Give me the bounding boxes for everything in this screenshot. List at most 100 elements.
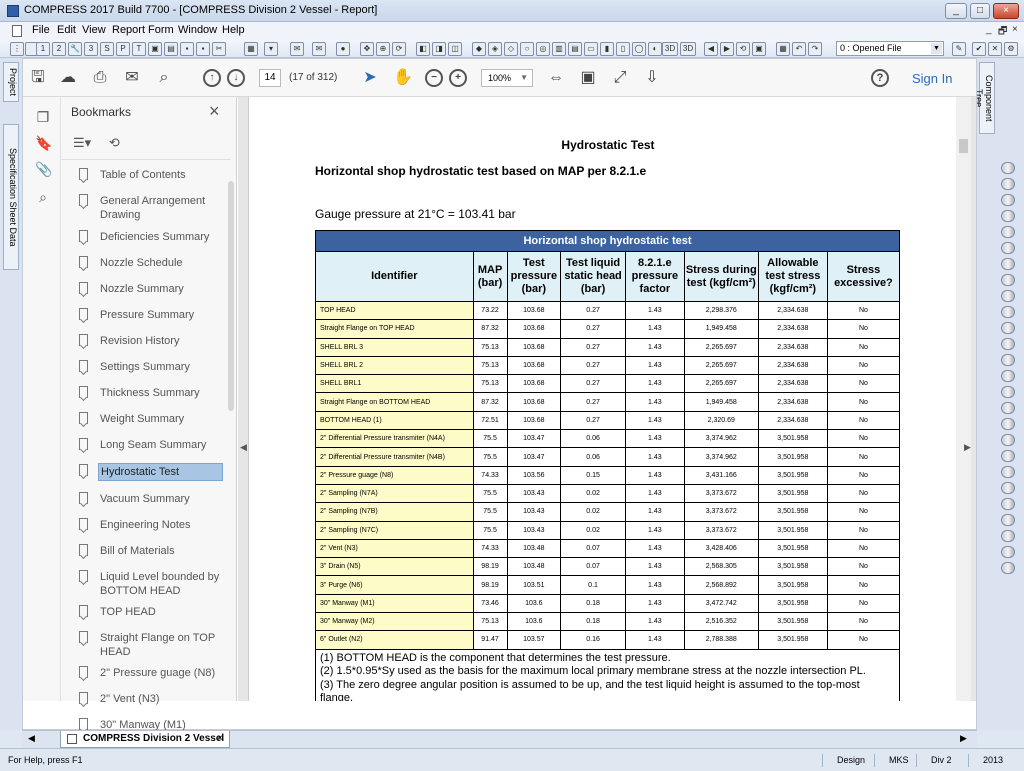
tab-project[interactable]: Project — [3, 62, 19, 102]
undo-icon[interactable]: ↶ — [792, 42, 806, 56]
nozzle-icon[interactable]: ○ — [520, 42, 534, 56]
jacket-component-icon[interactable] — [1001, 338, 1015, 350]
hand-tool-icon[interactable]: ✋ — [393, 69, 413, 87]
delete-icon[interactable]: ✕ — [988, 42, 1002, 56]
pipe-component-icon[interactable] — [1001, 562, 1015, 574]
scroll-right-icon[interactable]: ▶ — [960, 733, 967, 744]
full-screen-icon[interactable]: ⤢ — [611, 69, 629, 87]
close-icon[interactable]: × — [209, 101, 220, 122]
bookmark-item[interactable]: 2" Vent (N3) — [77, 691, 223, 707]
print-view-button[interactable]: P — [116, 42, 130, 56]
collapse-left-icon[interactable]: ◀ — [240, 442, 247, 453]
layout-1-button[interactable]: 1 — [36, 42, 50, 56]
platform-component-icon[interactable] — [1001, 466, 1015, 478]
save-icon[interactable]: ▪ — [180, 42, 194, 56]
pdf-icon[interactable]: ▾ — [264, 42, 278, 56]
menu-edit[interactable]: Edit — [57, 24, 76, 36]
jacket-component-icon[interactable] — [1001, 322, 1015, 334]
check-icon[interactable]: ✔ — [972, 42, 986, 56]
flange-icon[interactable]: ◎ — [536, 42, 550, 56]
tab-specification-sheet-data[interactable]: Specification Sheet Data — [3, 124, 19, 270]
bookmark-item[interactable]: Nozzle Summary — [77, 281, 223, 297]
tab-document[interactable]: COMPRESS Division 2 Vessel × — [60, 731, 230, 748]
scrollbar-thumb[interactable] — [228, 181, 234, 411]
leg-icon[interactable]: ▮ — [600, 42, 614, 56]
menu-view[interactable]: View — [82, 24, 106, 36]
lug-component-icon[interactable] — [1001, 434, 1015, 446]
mdi-close-button[interactable]: × — [1012, 24, 1018, 35]
bookmark-item[interactable]: General Arrangement Drawing — [77, 193, 223, 223]
bookmark-item[interactable]: Table of Contents — [77, 167, 223, 183]
layout-3-button[interactable]: 3 — [84, 42, 98, 56]
help-icon[interactable]: ? — [871, 69, 889, 87]
color-icon[interactable]: ◆ — [472, 42, 486, 56]
nozzle-component-icon[interactable] — [1001, 290, 1015, 302]
saddle-component-icon[interactable] — [1001, 370, 1015, 382]
expand-bookmark-icon[interactable]: ⟲ — [109, 135, 120, 150]
bookmark-item[interactable]: Pressure Summary — [77, 307, 223, 323]
minimize-button[interactable]: _ — [945, 3, 967, 19]
scroll-mode-icon[interactable]: ⇩ — [643, 69, 661, 87]
fit-page-icon[interactable]: ▣ — [579, 69, 597, 87]
move-icon[interactable]: ✥ — [360, 42, 374, 56]
pencil-icon[interactable]: ✎ — [952, 42, 966, 56]
bookmark-item[interactable]: Revision History — [77, 333, 223, 349]
scrollbar-thumb[interactable] — [959, 139, 968, 153]
platform-icon[interactable]: ▥ — [552, 42, 566, 56]
bookmark-item[interactable]: Deficiencies Summary — [77, 229, 223, 245]
view-icon[interactable]: ◫ — [448, 42, 462, 56]
close-button[interactable]: × — [993, 3, 1019, 19]
chevron-down-icon[interactable]: ▼ — [931, 43, 942, 54]
cone-component-icon[interactable] — [1001, 242, 1015, 254]
tab-component-tree[interactable]: Component Tree — [974, 62, 995, 134]
menu-help[interactable]: Help — [222, 24, 245, 36]
save-all-icon[interactable]: ▪ — [196, 42, 210, 56]
document-icon[interactable] — [12, 25, 22, 37]
ring-component-icon[interactable] — [1001, 530, 1015, 542]
page-number-input[interactable]: 14 — [259, 69, 281, 87]
nozzle-component-icon[interactable] — [1001, 306, 1015, 318]
menu-report[interactable]: Report — [112, 24, 145, 36]
menu-window[interactable]: Window — [178, 24, 217, 36]
mdi-restore-button[interactable]: 🗗 — [998, 24, 1007, 41]
head-component-icon[interactable] — [1001, 162, 1015, 174]
lug-icon[interactable]: ▯ — [616, 42, 630, 56]
layout-2-button[interactable]: 2 — [52, 42, 66, 56]
pan-icon[interactable]: ◧ — [416, 42, 430, 56]
zoom-select[interactable]: 100% ▼ — [481, 69, 533, 87]
mdi-minimize-button[interactable]: _ — [986, 24, 992, 35]
sync-icon[interactable]: ⟲ — [736, 42, 750, 56]
level-icon[interactable]: ◇ — [504, 42, 518, 56]
saddle-component-icon[interactable] — [1001, 354, 1015, 366]
attachment-icon[interactable]: 📎 — [35, 161, 52, 177]
view-3d-alt-button[interactable]: 3D — [680, 42, 696, 56]
options-menu-icon[interactable]: ☰▾ — [73, 135, 91, 150]
next-page-icon[interactable]: ↓ — [227, 69, 245, 87]
rotate-icon[interactable]: ⟳ — [392, 42, 406, 56]
leg-component-icon[interactable] — [1001, 386, 1015, 398]
saddle-icon[interactable]: ▭ — [584, 42, 598, 56]
fit-width-icon[interactable]: ⇔ — [547, 69, 565, 87]
select-cursor-icon[interactable]: ➤ — [361, 69, 379, 87]
ring-icon[interactable]: ◯ — [632, 42, 646, 56]
flange-component-icon[interactable] — [1001, 274, 1015, 286]
mail-icon[interactable]: ✉ — [290, 42, 304, 56]
email-icon[interactable]: ✉ — [123, 69, 141, 87]
refresh-icon[interactable]: ● — [336, 42, 350, 56]
upload-icon[interactable]: ☁ — [59, 69, 77, 87]
view-3d-button[interactable]: 3D — [662, 42, 678, 56]
bookmark-icon[interactable]: 🔖 — [35, 135, 52, 151]
bookmark-item[interactable]: Settings Summary — [77, 359, 223, 375]
menu-form[interactable]: Form — [148, 24, 174, 36]
menu-file[interactable]: File — [32, 24, 50, 36]
redo-icon[interactable]: ↷ — [808, 42, 822, 56]
close-icon[interactable]: × — [217, 731, 223, 746]
bookmark-item[interactable]: Weight Summary — [77, 411, 223, 427]
lug-component-icon[interactable] — [1001, 418, 1015, 430]
cut-icon[interactable]: ✂ — [212, 42, 226, 56]
print-icon[interactable]: ⎙ — [91, 69, 109, 87]
maximize-button[interactable]: □ — [970, 3, 990, 19]
back-icon[interactable]: ◀ — [704, 42, 718, 56]
leg-component-icon[interactable] — [1001, 402, 1015, 414]
shell-component-icon[interactable] — [1001, 194, 1015, 206]
